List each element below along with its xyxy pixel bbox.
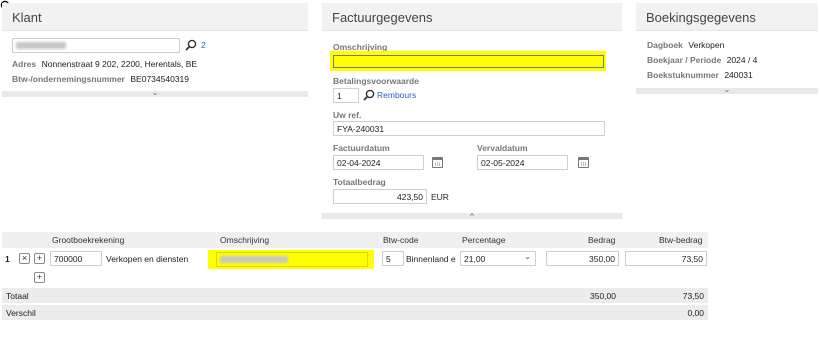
betaling-link[interactable]: Rembours — [377, 90, 416, 100]
klant-name-redacted — [16, 42, 66, 49]
dagboek-value: Verkopen — [688, 40, 725, 50]
klant-input[interactable] — [12, 38, 180, 53]
col-percentage: Percentage — [462, 235, 506, 245]
totaal-label: Totaal — [6, 291, 29, 301]
verschil-row: Verschil 0,00 — [2, 305, 708, 320]
bedrag-input[interactable]: 350,00 — [546, 251, 619, 266]
boekstuk-row: Boekstuknummer 240031 — [647, 70, 753, 80]
calendar-icon[interactable] — [578, 157, 589, 168]
totaal-row: Totaal 350,00 73,50 — [2, 288, 708, 303]
btwbedrag-input[interactable]: 73,50 — [625, 251, 707, 266]
totaal-bedrag: 350,00 — [590, 291, 616, 301]
col-bedrag: Bedrag — [588, 235, 616, 245]
btw-row: Btw-/ondernemingsnummer BE0734540319 — [12, 74, 189, 84]
klant-count-link[interactable]: 2 — [201, 40, 206, 50]
klant-panel: Klant 2 Adres Nonnenstraat 9 202, 2200, … — [2, 3, 308, 97]
uwref-input[interactable]: FYA-240031 — [333, 121, 605, 136]
uwref-label: Uw ref. — [333, 110, 362, 120]
chevron-down-icon: ⌄ — [524, 252, 531, 261]
verschil-btw: 0,00 — [687, 308, 704, 318]
boeking-collapse-bar[interactable]: ⌄ — [636, 85, 818, 94]
dagboek-row: Dagboek Verkopen — [647, 40, 724, 50]
add-row-button[interactable]: + — [34, 253, 45, 264]
vervaldatum-label: Vervaldatum — [477, 143, 528, 153]
betaling-input[interactable]: 1 — [333, 88, 359, 103]
account-input[interactable]: 700000 — [50, 251, 102, 266]
periode-label: Boekjaar / Periode — [647, 55, 722, 65]
chevron-up-icon: ^ — [470, 212, 474, 221]
factuur-panel: Factuurgegevens Omschrijving Betalingsvo… — [322, 3, 622, 221]
boeking-title: Boekingsgegevens — [636, 3, 818, 31]
factuurdatum-label: Factuurdatum — [333, 143, 390, 153]
percentage-value: 21,00 — [464, 254, 486, 264]
boekstuk-value: 240031 — [724, 70, 753, 80]
line-omschrijving-input[interactable] — [216, 252, 368, 267]
verschil-label: Verschil — [6, 308, 36, 318]
periode-row: Boekjaar / Periode 2024 / 4 — [647, 55, 757, 65]
table-header: Grootboekrekening Omschrijving Btw-code … — [2, 232, 708, 248]
col-omschrijving: Omschrijving — [220, 235, 270, 245]
adres-value: Nonnenstraat 9 202, 2200, Herentals, BE — [41, 59, 198, 69]
currency-label: EUR — [431, 192, 449, 202]
factuur-collapse-bar[interactable]: ^ — [322, 212, 622, 221]
factuur-title: Factuurgegevens — [322, 3, 622, 31]
totaal-label: Totaalbedrag — [333, 177, 386, 187]
col-btwcode: Btw-code — [383, 235, 419, 245]
factuurdatum-input[interactable]: 02-04-2024 — [333, 155, 424, 170]
klant-title: Klant — [2, 3, 308, 31]
search-icon[interactable] — [185, 39, 197, 51]
omschrijving-input[interactable] — [333, 55, 604, 68]
calendar-icon[interactable] — [432, 157, 443, 168]
search-icon[interactable] — [363, 89, 375, 101]
chevron-down-icon: ⌄ — [151, 88, 159, 97]
percentage-select[interactable]: 21,00 ⌄ — [460, 251, 536, 266]
boekstuk-label: Boekstuknummer — [647, 70, 719, 80]
row-number: 1 — [5, 254, 10, 264]
btw-value: BE0734540319 — [130, 74, 190, 84]
line-omschrijving-redacted — [220, 256, 288, 263]
delete-row-button[interactable]: × — [19, 253, 30, 264]
adres-row: Adres Nonnenstraat 9 202, 2200, Herental… — [12, 59, 197, 69]
btw-label: Btw-/ondernemingsnummer — [12, 74, 125, 84]
add-line-button[interactable]: + — [34, 272, 45, 283]
klant-collapse-bar[interactable]: ⌄ — [2, 88, 308, 97]
chevron-down-icon: ⌄ — [723, 85, 731, 94]
col-btwbedrag: Btw-bedrag — [659, 235, 703, 245]
dagboek-label: Dagboek — [647, 40, 683, 50]
betaling-label: Betalingsvoorwaarde — [333, 76, 419, 86]
totaal-input[interactable]: 423,50 — [333, 189, 427, 204]
totaal-btw: 73,50 — [682, 291, 704, 301]
periode-value: 2024 / 4 — [726, 55, 758, 65]
col-grootboek: Grootboekrekening — [52, 235, 125, 245]
vervaldatum-input[interactable]: 02-05-2024 — [477, 155, 568, 170]
boeking-panel: Boekingsgegevens Dagboek Verkopen Boekja… — [636, 3, 818, 95]
btwcode-name: Binnenland e — [406, 254, 456, 264]
account-name: Verkopen en diensten — [106, 254, 189, 264]
btwcode-input[interactable]: 5 — [382, 251, 404, 266]
adres-label: Adres — [12, 59, 37, 69]
table-row: 1 × + 700000 Verkopen en diensten 5 Binn… — [0, 250, 710, 269]
